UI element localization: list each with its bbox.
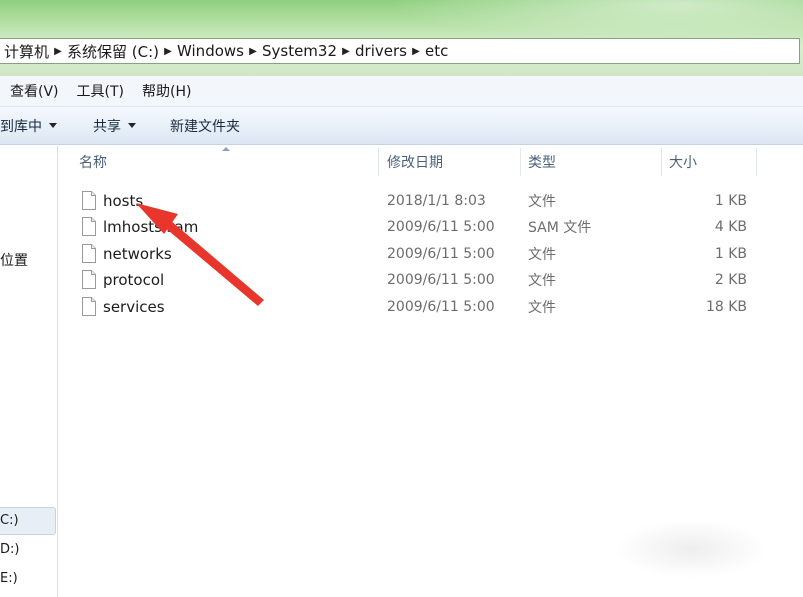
chevron-right-icon[interactable]: ▶ <box>244 46 262 57</box>
file-type: 文件 <box>528 247 556 263</box>
file-name: lmhosts.sam <box>103 218 199 236</box>
file-name: services <box>103 298 165 316</box>
column-divider[interactable] <box>661 148 662 176</box>
file-date: 2009/6/11 5:00 <box>387 246 495 262</box>
navigation-pane[interactable]: 位置 C:) D:) E:) <box>0 146 58 597</box>
breadcrumb-computer[interactable]: 计算机 <box>4 39 49 63</box>
file-type: 文件 <box>528 194 556 210</box>
include-in-library-button[interactable]: 到库中 <box>0 116 57 136</box>
document-icon <box>82 244 96 263</box>
share-button[interactable]: 共享 <box>93 116 136 136</box>
column-divider[interactable] <box>520 148 521 176</box>
nav-item-location[interactable]: 位置 <box>0 250 28 270</box>
file-type: 文件 <box>528 273 556 289</box>
chevron-right-icon[interactable]: ▶ <box>407 46 425 57</box>
document-icon <box>82 297 96 316</box>
breadcrumb-windows[interactable]: Windows <box>177 39 244 63</box>
menu-tools[interactable]: 工具(T) <box>77 81 133 101</box>
file-name: networks <box>103 245 172 263</box>
caret-down-icon <box>49 123 57 128</box>
caret-down-icon <box>128 123 136 128</box>
file-size: 18 KB <box>705 299 747 315</box>
breadcrumb-drive-c[interactable]: 系统保留 (C:) <box>67 39 159 63</box>
new-folder-button[interactable]: 新建文件夹 <box>170 116 240 136</box>
file-size: 4 KB <box>714 219 747 235</box>
file-size: 1 KB <box>714 193 747 209</box>
breadcrumb-etc[interactable]: etc <box>425 39 448 63</box>
file-date: 2009/6/11 5:00 <box>387 299 495 315</box>
document-icon <box>82 270 96 289</box>
menu-view[interactable]: 查看(V) <box>10 81 68 101</box>
file-row-protocol[interactable]: protocol 2009/6/11 5:00 文件 2 KB <box>59 267 803 293</box>
command-bar: 到库中 共享 新建文件夹 <box>0 107 803 145</box>
breadcrumb-drivers[interactable]: drivers <box>355 39 407 63</box>
file-date: 2018/1/1 8:03 <box>387 193 486 209</box>
include-in-library-label: 到库中 <box>0 118 42 135</box>
file-row-services[interactable]: services 2009/6/11 5:00 文件 18 KB <box>59 294 803 320</box>
nav-item-drive-d[interactable]: D:) <box>0 542 19 557</box>
breadcrumb-system32[interactable]: System32 <box>262 39 337 63</box>
title-bar: 计算机 ▶ 系统保留 (C:) ▶ Windows ▶ System32 ▶ d… <box>0 0 803 76</box>
file-type: 文件 <box>528 300 556 316</box>
column-header-date[interactable]: 修改日期 <box>387 146 517 178</box>
chevron-right-icon[interactable]: ▶ <box>159 46 177 57</box>
chevron-right-icon[interactable]: ▶ <box>49 46 67 57</box>
column-header-type[interactable]: 类型 <box>528 146 648 178</box>
file-row-networks[interactable]: networks 2009/6/11 5:00 文件 1 KB <box>59 241 803 267</box>
file-name: protocol <box>103 271 165 289</box>
file-size: 2 KB <box>714 272 747 288</box>
nav-item-drive-c[interactable]: C:) <box>0 507 56 535</box>
file-name: hosts <box>103 192 144 210</box>
column-divider[interactable] <box>378 148 379 176</box>
column-divider[interactable] <box>756 148 757 176</box>
watermark <box>616 520 766 578</box>
file-type: SAM 文件 <box>528 220 592 236</box>
document-icon <box>82 217 96 236</box>
nav-item-drive-e[interactable]: E:) <box>0 571 18 586</box>
chevron-right-icon[interactable]: ▶ <box>337 46 355 57</box>
document-icon <box>82 191 96 210</box>
file-row-lmhosts[interactable]: lmhosts.sam 2009/6/11 5:00 SAM 文件 4 KB <box>59 214 803 240</box>
column-header-name[interactable]: 名称 <box>79 146 379 178</box>
file-date: 2009/6/11 5:00 <box>387 219 495 235</box>
file-size: 1 KB <box>714 246 747 262</box>
file-row-hosts[interactable]: hosts 2018/1/1 8:03 文件 1 KB <box>59 188 803 214</box>
file-date: 2009/6/11 5:00 <box>387 272 495 288</box>
share-label: 共享 <box>93 118 121 135</box>
menu-help[interactable]: 帮助(H) <box>142 81 200 101</box>
menu-bar: 查看(V) 工具(T) 帮助(H) <box>0 76 803 107</box>
address-bar[interactable]: 计算机 ▶ 系统保留 (C:) ▶ Windows ▶ System32 ▶ d… <box>0 38 800 64</box>
column-header-size[interactable]: 大小 <box>669 146 749 178</box>
